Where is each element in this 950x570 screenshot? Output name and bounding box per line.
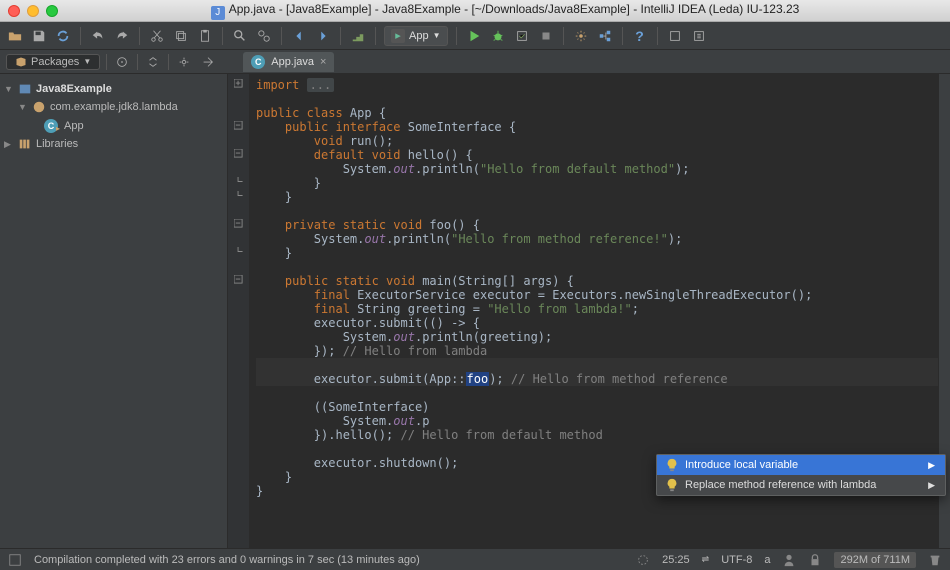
stop-icon[interactable] xyxy=(537,27,555,45)
close-tab-icon[interactable]: × xyxy=(320,56,326,68)
open-icon[interactable] xyxy=(6,27,24,45)
intention-popup: Introduce local variable ▶ Replace metho… xyxy=(656,454,946,496)
fold-collapse-icon[interactable] xyxy=(234,148,244,158)
chevron-down-icon: ▼ xyxy=(83,57,91,66)
lock-icon[interactable] xyxy=(808,553,822,567)
libraries-icon xyxy=(18,137,32,151)
main-area: ▼ Java8Example ▼ com.example.jdk8.lambda… xyxy=(0,74,950,548)
build-icon[interactable] xyxy=(349,27,367,45)
fold-end-icon[interactable] xyxy=(234,190,244,200)
package-icon xyxy=(15,56,27,68)
main-toolbar: ▸ App ▼ ? xyxy=(0,22,950,50)
fold-expand-icon[interactable] xyxy=(234,78,244,88)
cursor-position[interactable]: 25:25 xyxy=(662,554,690,566)
fold-collapse-icon[interactable] xyxy=(234,274,244,284)
chevron-down-icon: ▼ xyxy=(433,31,441,40)
project-tree: ▼ Java8Example ▼ com.example.jdk8.lambda… xyxy=(0,74,228,548)
tree-root-label: Java8Example xyxy=(36,83,112,95)
tree-class[interactable]: C ▸ App xyxy=(0,116,227,135)
project-structure-icon[interactable] xyxy=(596,27,614,45)
hide-icon[interactable] xyxy=(199,53,217,71)
encoding[interactable]: UTF-8 xyxy=(721,554,752,566)
expand-icon[interactable]: ▼ xyxy=(4,84,14,94)
collapse-icon[interactable] xyxy=(144,53,162,71)
sync-icon[interactable] xyxy=(54,27,72,45)
close-window-button[interactable] xyxy=(8,5,20,17)
cut-icon[interactable] xyxy=(148,27,166,45)
window-title-text: App.java - [Java8Example] - Java8Example… xyxy=(229,2,800,16)
fold-collapse-icon[interactable] xyxy=(234,218,244,228)
coverage-icon[interactable] xyxy=(513,27,531,45)
run-config-icon: ▸ xyxy=(391,29,405,43)
minimize-window-button[interactable] xyxy=(27,5,39,17)
zoom-window-button[interactable] xyxy=(46,5,58,17)
insert-mode-icon[interactable]: a xyxy=(764,554,770,566)
window-controls xyxy=(8,5,58,17)
undo-icon[interactable] xyxy=(89,27,107,45)
packages-label: Packages xyxy=(31,56,79,68)
back-icon[interactable] xyxy=(290,27,308,45)
runnable-marker-icon: ▸ xyxy=(56,124,60,133)
status-message: Compilation completed with 23 errors and… xyxy=(34,554,420,566)
tree-libraries[interactable]: ▶ Libraries xyxy=(0,135,227,153)
fold-end-icon[interactable] xyxy=(234,246,244,256)
run-config-label: App xyxy=(409,30,429,42)
tree-class-label: App xyxy=(64,120,84,132)
settings-icon[interactable] xyxy=(572,27,590,45)
fold-collapse-icon[interactable] xyxy=(234,120,244,130)
search-icon[interactable] xyxy=(231,27,249,45)
target-icon[interactable] xyxy=(113,53,131,71)
intention-introduce-variable[interactable]: Introduce local variable ▶ xyxy=(657,455,945,475)
run-config-select[interactable]: ▸ App ▼ xyxy=(384,26,448,46)
memory-indicator[interactable]: 292M of 711M xyxy=(834,552,916,568)
intention-replace-lambda[interactable]: Replace method reference with lambda ▶ xyxy=(657,475,945,495)
editor-area: import ... public class App { public int… xyxy=(228,74,950,548)
intention-label: Introduce local variable xyxy=(685,459,798,471)
trash-icon[interactable] xyxy=(928,553,942,567)
titlebar: J App.java - [Java8Example] - Java8Exampl… xyxy=(0,0,950,22)
paste-icon[interactable] xyxy=(196,27,214,45)
bg-tasks-icon[interactable] xyxy=(636,553,650,567)
tree-root[interactable]: ▼ Java8Example xyxy=(0,80,227,98)
class-icon: C xyxy=(251,55,265,69)
gear-icon[interactable] xyxy=(175,53,193,71)
tree-libraries-label: Libraries xyxy=(36,138,78,150)
generate-icon[interactable] xyxy=(690,27,708,45)
submenu-arrow-icon: ▶ xyxy=(928,460,935,471)
module-icon xyxy=(18,82,32,96)
gutter xyxy=(228,74,250,548)
copy-icon[interactable] xyxy=(172,27,190,45)
forward-icon[interactable] xyxy=(314,27,332,45)
editor-tab-label: App.java xyxy=(271,56,314,68)
expand-icon[interactable]: ▼ xyxy=(18,102,28,112)
editor-tab[interactable]: C App.java × xyxy=(243,52,334,72)
bulb-icon xyxy=(665,478,679,492)
intention-label: Replace method reference with lambda xyxy=(685,479,876,491)
hector-icon[interactable] xyxy=(782,553,796,567)
expand-icon[interactable]: ▶ xyxy=(4,139,14,150)
bulb-icon xyxy=(665,458,679,472)
replace-icon[interactable] xyxy=(255,27,273,45)
tool-window-bar: Packages ▼ C App.java × xyxy=(0,50,950,74)
submenu-arrow-icon: ▶ xyxy=(928,480,935,491)
window-title: J App.java - [Java8Example] - Java8Exampl… xyxy=(68,2,942,20)
tree-package[interactable]: ▼ com.example.jdk8.lambda xyxy=(0,98,227,116)
package-icon xyxy=(32,100,46,114)
status-bar: Compilation completed with 23 errors and… xyxy=(0,548,950,570)
packages-view-button[interactable]: Packages ▼ xyxy=(6,54,100,70)
status-icon[interactable] xyxy=(8,553,22,567)
java-file-icon: J xyxy=(211,6,225,20)
redo-icon[interactable] xyxy=(113,27,131,45)
fold-end-icon[interactable] xyxy=(234,176,244,186)
debug-button[interactable] xyxy=(489,27,507,45)
help-icon[interactable]: ? xyxy=(631,27,649,45)
tree-package-label: com.example.jdk8.lambda xyxy=(50,101,178,113)
save-icon[interactable] xyxy=(30,27,48,45)
uml-icon[interactable] xyxy=(666,27,684,45)
run-button[interactable] xyxy=(465,27,483,45)
line-sep-icon[interactable]: ⇌ xyxy=(702,554,710,565)
